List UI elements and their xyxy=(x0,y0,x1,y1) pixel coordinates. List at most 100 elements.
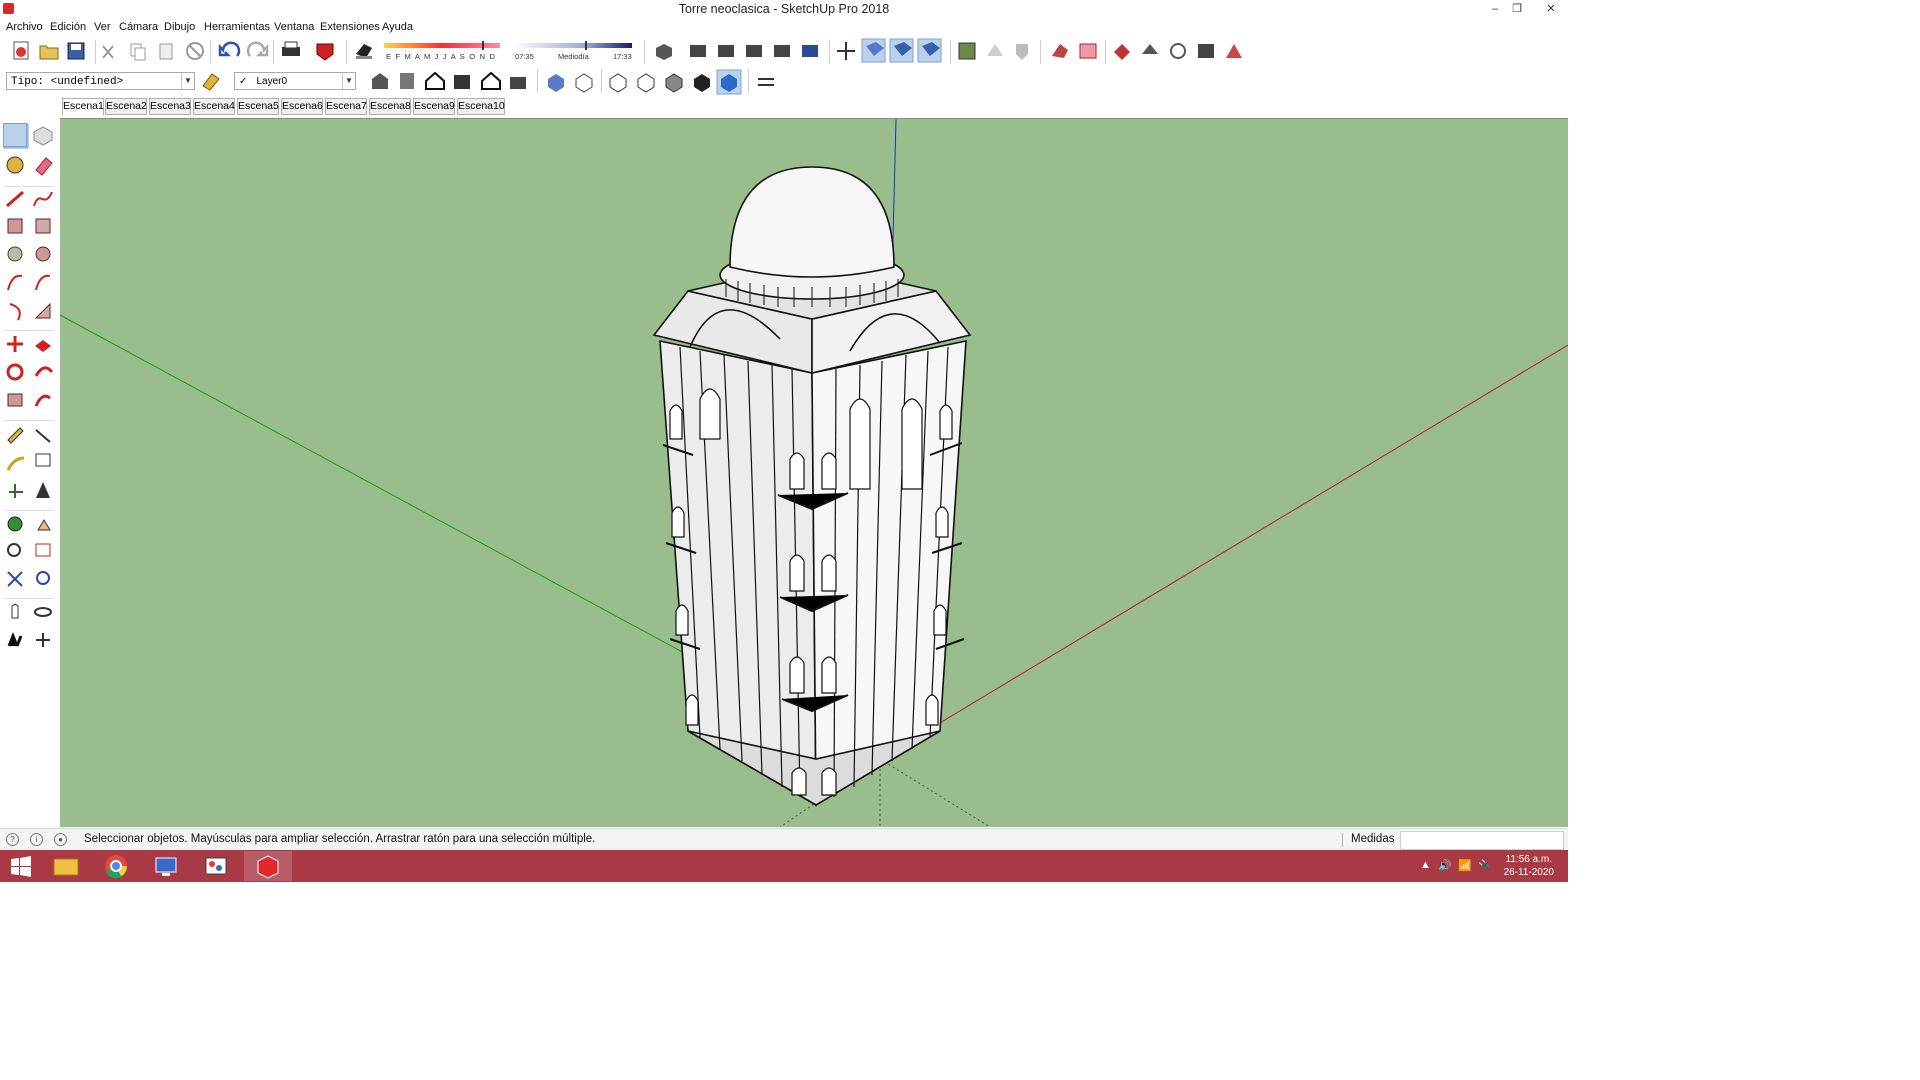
type-selector-value: Tipo: <undefined> xyxy=(11,76,124,88)
clock-date: 26-11-2020 xyxy=(1503,867,1554,878)
3d-text-icon xyxy=(36,482,50,498)
tab-escena5[interactable]: Escena5 xyxy=(237,98,279,115)
network-icon[interactable]: 📶 xyxy=(1458,859,1472,872)
menu-dibujo[interactable]: Dibujo xyxy=(164,21,195,33)
pie-icon xyxy=(34,302,51,319)
paste-icon xyxy=(159,43,173,60)
photo-textures-icon xyxy=(1016,44,1028,60)
type-selector-dropdown[interactable]: Tipo: <undefined> ▼ xyxy=(6,72,195,90)
redo-button[interactable] xyxy=(246,40,268,62)
menu-camara[interactable]: Cámara xyxy=(119,21,158,33)
shadow-time-mid: Mediodía xyxy=(558,52,589,61)
front-view-icon xyxy=(718,45,734,57)
menu-archivo[interactable]: Archivo xyxy=(6,21,43,33)
taskbar-clock[interactable]: 11:56 a.m. 26-11-2020 xyxy=(1504,853,1554,879)
position-camera-icon xyxy=(11,603,19,619)
menu-herramientas[interactable]: Herramientas xyxy=(204,21,270,33)
tray-overflow-icon[interactable]: ▲ xyxy=(1420,859,1431,871)
tab-escena9[interactable]: Escena9 xyxy=(413,98,455,115)
save-button[interactable] xyxy=(65,40,87,62)
move-tool[interactable] xyxy=(4,332,26,354)
status-divider xyxy=(1342,833,1343,847)
new-button[interactable] xyxy=(10,40,32,62)
paint-icon xyxy=(205,857,227,875)
previous-view-icon xyxy=(36,571,50,585)
windows-taskbar: ▲ 🔊 📶 🔌 11:56 a.m. 26-11-2020 xyxy=(0,850,1568,882)
menu-extensiones[interactable]: Extensiones xyxy=(320,21,380,33)
share-component-icon xyxy=(454,75,470,89)
push-pull-tool[interactable] xyxy=(32,332,54,354)
folder-icon xyxy=(53,858,79,876)
make-component-tool[interactable] xyxy=(32,124,54,146)
text-icon xyxy=(35,453,51,467)
model-viewport[interactable] xyxy=(60,118,1568,827)
add-location-icon xyxy=(958,42,976,60)
remote-desktop-taskbar-button[interactable] xyxy=(142,851,190,881)
sandbox-from-contours-icon xyxy=(1052,44,1068,58)
measurements-input[interactable] xyxy=(1400,831,1564,850)
tab-escena4[interactable]: Escena4 xyxy=(193,98,235,115)
menu-ventana[interactable]: Ventana xyxy=(274,21,314,33)
geolocation-icon[interactable]: ? xyxy=(6,833,19,846)
windows-start-icon[interactable] xyxy=(10,855,32,877)
sketchup-taskbar-button[interactable] xyxy=(244,851,292,881)
credits-icon[interactable]: i xyxy=(30,833,43,846)
power-icon[interactable]: 🔌 xyxy=(1478,859,1492,872)
walk-icon xyxy=(7,631,23,647)
menu-ayuda[interactable]: Ayuda xyxy=(382,21,413,33)
volume-icon[interactable]: 🔊 xyxy=(1438,859,1452,872)
shadow-time-start: 07:35 xyxy=(515,52,534,61)
restore-button[interactable]: ❐ xyxy=(1506,0,1528,18)
rotate-icon xyxy=(6,363,24,381)
measurements-label: Medidas xyxy=(1351,833,1395,845)
print-button[interactable] xyxy=(280,40,302,62)
minimize-button[interactable]: ‒ xyxy=(1484,0,1506,18)
shadows-button[interactable] xyxy=(352,40,374,62)
flip-edge-icon xyxy=(1226,44,1242,58)
cut-icon xyxy=(102,45,114,59)
pan-tool[interactable] xyxy=(32,512,54,534)
tab-escena7[interactable]: Escena7 xyxy=(325,98,367,115)
model-info-button[interactable] xyxy=(314,40,336,62)
orbit-tool[interactable] xyxy=(4,512,26,534)
tab-escena8[interactable]: Escena8 xyxy=(369,98,411,115)
paint-bucket-tool[interactable] xyxy=(4,154,26,176)
line-tool[interactable] xyxy=(4,188,26,210)
chevron-down-icon: ▼ xyxy=(342,73,355,89)
tower xyxy=(652,166,972,807)
paint-taskbar-button[interactable] xyxy=(192,851,240,881)
smoove-icon xyxy=(1114,44,1130,60)
rotated-rectangle-icon xyxy=(35,218,51,234)
layer-selector-dropdown[interactable]: ✓ Layer0 ▼ xyxy=(234,72,356,90)
left-view-icon xyxy=(802,45,818,57)
tab-escena2[interactable]: Escena2 xyxy=(105,98,147,115)
window-title: Torre neoclasica - SketchUp Pro 2018 xyxy=(678,2,890,16)
close-button[interactable]: ✕ xyxy=(1540,0,1562,18)
select-tool[interactable] xyxy=(3,123,27,147)
tape-measure-icon xyxy=(7,427,24,444)
erase-icon xyxy=(186,42,204,60)
copy-icon xyxy=(130,43,146,61)
menu-edicion[interactable]: Edición xyxy=(50,21,86,33)
layer-selector-value: Layer0 xyxy=(256,76,288,87)
freehand-tool[interactable] xyxy=(32,188,54,210)
menu-ver[interactable]: Ver xyxy=(94,21,111,33)
chevron-down-icon: ▼ xyxy=(181,73,194,89)
eraser-tool[interactable] xyxy=(32,154,54,176)
tab-escena3[interactable]: Escena3 xyxy=(149,98,191,115)
tab-escena6[interactable]: Escena6 xyxy=(281,98,323,115)
file-explorer-taskbar-button[interactable] xyxy=(42,851,90,881)
user-icon[interactable]: ● xyxy=(54,833,67,846)
chrome-taskbar-button[interactable] xyxy=(92,851,140,881)
zoom-extents-icon xyxy=(7,571,23,587)
undo-button[interactable] xyxy=(218,40,240,62)
look-around-icon xyxy=(34,607,52,617)
main-toolbar: E F M A M J J A S O N D 07:35 Mediodía 1… xyxy=(0,36,1568,66)
open-button[interactable] xyxy=(38,40,60,62)
tab-escena1[interactable]: Escena1 xyxy=(62,98,104,116)
house-outline-icon xyxy=(481,71,501,90)
classify-icon[interactable] xyxy=(200,70,222,92)
secondary-toolbar: Tipo: <undefined> ▼ ✓ Layer0 ▼ xyxy=(0,66,1568,98)
tab-escena10[interactable]: Escena10 xyxy=(457,98,505,115)
back-edges-icon xyxy=(575,73,593,93)
